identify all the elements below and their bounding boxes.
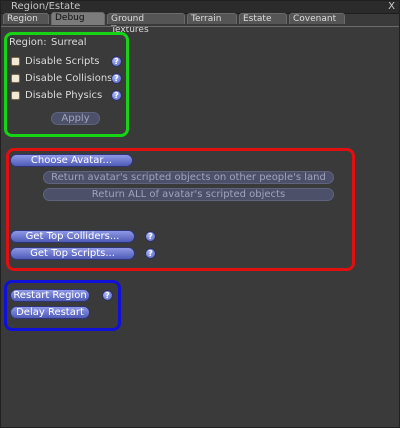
disable-collisions-checkbox[interactable] [11, 74, 20, 83]
disable-physics-help-icon[interactable]: ? [111, 90, 122, 101]
region-label: Region: [9, 37, 47, 48]
restart-region-help-icon[interactable]: ? [102, 290, 113, 301]
apply-button[interactable]: Apply [51, 112, 100, 125]
region-name: Surreal [51, 37, 87, 48]
tab-divider [1, 26, 399, 27]
region-estate-window: Region/Estate X Region Debug Ground Text… [0, 0, 400, 428]
tab-estate[interactable]: Estate [239, 13, 287, 24]
disable-physics-checkbox[interactable] [11, 91, 20, 100]
top-scripts-help-icon[interactable]: ? [145, 248, 156, 259]
disable-scripts-checkbox[interactable] [11, 57, 20, 66]
tab-ground-textures[interactable]: Ground Textures [107, 13, 185, 35]
disable-collisions-label: Disable Collisions [25, 73, 113, 84]
disable-scripts-help-icon[interactable]: ? [111, 56, 122, 67]
get-top-colliders-button[interactable]: Get Top Colliders... [10, 230, 135, 243]
tab-debug[interactable]: Debug [51, 12, 105, 25]
close-icon[interactable]: X [388, 1, 395, 13]
disable-collisions-help-icon[interactable]: ? [111, 73, 122, 84]
disable-scripts-label: Disable Scripts [25, 56, 100, 67]
tab-terrain[interactable]: Terrain [187, 13, 237, 24]
restart-region-button[interactable]: Restart Region [10, 289, 90, 302]
return-on-others-land-button[interactable]: Return avatar's scripted objects on othe… [43, 171, 334, 184]
delay-restart-button[interactable]: Delay Restart [10, 306, 90, 319]
choose-avatar-button[interactable]: Choose Avatar... [10, 154, 133, 167]
return-all-objects-button[interactable]: Return ALL of avatar's scripted objects [43, 188, 334, 201]
disable-physics-label: Disable Physics [25, 90, 103, 101]
top-colliders-help-icon[interactable]: ? [145, 231, 156, 242]
tab-strip: Region Debug Ground Textures Terrain Est… [3, 12, 399, 35]
get-top-scripts-button[interactable]: Get Top Scripts... [10, 247, 135, 260]
tab-region[interactable]: Region [3, 13, 49, 24]
tab-covenant[interactable]: Covenant [289, 13, 345, 24]
